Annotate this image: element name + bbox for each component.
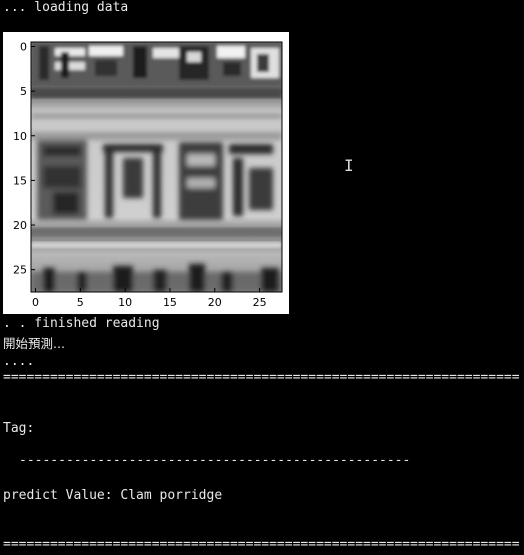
x-tick-label: 10 <box>118 296 132 309</box>
grayscale-image <box>31 42 282 292</box>
y-tick-label: 10 <box>13 130 27 143</box>
i-beam-cursor-icon: I <box>344 156 354 175</box>
predict-start-line: 開始預測... <box>3 336 65 351</box>
y-tick-label: 0 <box>20 40 27 53</box>
y-tick-label: 15 <box>13 174 27 187</box>
image-plot-figure: 0 5 10 15 20 25 0 5 10 15 20 25 <box>3 32 289 314</box>
x-tick-label: 0 <box>32 296 39 309</box>
x-tick-label: 5 <box>77 296 84 309</box>
x-tick-label: 20 <box>208 296 222 309</box>
y-tick-label: 5 <box>20 85 27 98</box>
y-tick-label: 20 <box>13 219 27 232</box>
dash-divider: ----------------------------------------… <box>19 453 411 468</box>
image-plot-svg: 0 5 10 15 20 25 0 5 10 15 20 25 <box>13 40 283 309</box>
finished-reading-line: . . finished reading <box>3 316 160 331</box>
y-tick-label: 25 <box>13 264 27 277</box>
loading-data-line: ... loading data <box>3 0 129 15</box>
separator-line-bottom: ========================================… <box>3 538 520 552</box>
progress-dots-line: .... <box>3 354 35 369</box>
x-tick-label: 25 <box>253 296 267 309</box>
x-tick-label: 15 <box>163 296 177 309</box>
separator-line-top: ========================================… <box>3 371 520 385</box>
tag-label: Tag: <box>3 421 35 436</box>
predict-value-line: predict Value: Clam porridge <box>3 488 223 503</box>
